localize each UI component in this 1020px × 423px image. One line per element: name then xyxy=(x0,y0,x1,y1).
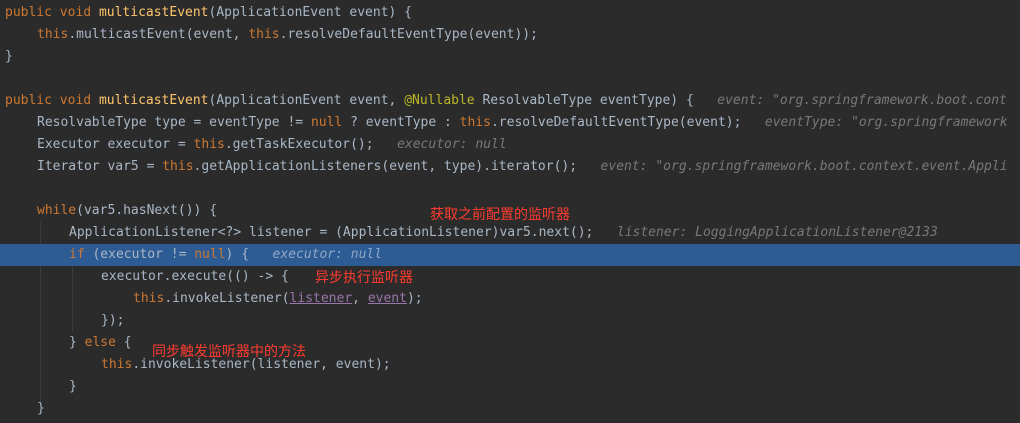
keyword: this xyxy=(162,159,194,174)
code-text: Iterator var5 = xyxy=(37,159,163,174)
inlay-hint: executor: null xyxy=(272,247,383,262)
inlay-hint: eventType: "org.springframework xyxy=(764,115,1008,130)
keyword: this xyxy=(101,357,133,372)
keyword: this xyxy=(193,137,225,152)
keyword: null xyxy=(310,115,343,130)
code-line-18[interactable]: } xyxy=(0,376,1020,398)
code-text: , xyxy=(352,291,368,306)
code-line-13[interactable]: executor.execute(() -> { xyxy=(0,266,1020,288)
note-sync-trigger: 同步触发监听器中的方法 xyxy=(152,344,306,360)
code-text: ); xyxy=(406,291,423,306)
code-line-14[interactable]: this.invokeListener(listener, event); xyxy=(0,288,1020,310)
keyword: public xyxy=(5,5,52,20)
code-text: .invokeListener( xyxy=(164,291,290,306)
code-editor[interactable]: public void multicastEvent(ApplicationEv… xyxy=(0,0,1020,423)
code-line-2[interactable]: this.multicastEvent(event, this.resolveD… xyxy=(0,24,1020,46)
keyword: null xyxy=(194,247,226,262)
code-text: .resolveDefaultEventType(event)); xyxy=(279,27,538,42)
keyword: void xyxy=(59,93,92,108)
code-text: }); xyxy=(101,313,125,328)
code-line-1[interactable]: public void multicastEvent(ApplicationEv… xyxy=(0,2,1020,24)
keyword: public xyxy=(5,93,52,108)
keyword: while xyxy=(37,203,77,218)
code-line-11[interactable]: ApplicationListener<?> listener = (Appli… xyxy=(0,222,1020,244)
code-text: (ApplicationEvent event) { xyxy=(208,5,413,20)
method-name: multicastEvent xyxy=(98,5,209,20)
inlay-hint: listener: LoggingApplicationListener@213… xyxy=(616,225,938,240)
code-text: ? eventType : xyxy=(342,115,460,130)
captured-variable-event[interactable]: event xyxy=(368,291,407,306)
code-text: (ApplicationEvent event, xyxy=(208,93,405,108)
code-line-5[interactable]: public void multicastEvent(ApplicationEv… xyxy=(0,90,1020,112)
code-text: } xyxy=(37,401,45,416)
code-text: (executor != xyxy=(84,247,195,262)
annotation: @Nullable xyxy=(404,93,475,108)
keyword: this xyxy=(37,27,69,42)
inlay-hint: event: "org.springframework.boot.context… xyxy=(600,159,1008,174)
code-line-8[interactable]: Iterator var5 = this.getApplicationListe… xyxy=(0,156,1020,178)
code-text: { xyxy=(115,335,132,350)
note-async-exec: 异步执行监听器 xyxy=(315,270,413,286)
code-text: (var5.hasNext()) { xyxy=(76,203,218,218)
note-get-listeners: 获取之前配置的监听器 xyxy=(430,207,570,223)
keyword: this xyxy=(459,115,491,130)
code-text: executor.execute(() -> { xyxy=(101,269,289,284)
code-text: ApplicationListener<?> listener = (Appli… xyxy=(69,225,594,240)
code-line-7[interactable]: Executor executor = this.getTaskExecutor… xyxy=(0,134,1020,156)
code-text: } xyxy=(69,379,77,394)
code-line-19[interactable]: } xyxy=(0,398,1020,420)
code-text: .resolveDefaultEventType(event); xyxy=(490,115,742,130)
code-text: .multicastEvent(event, xyxy=(68,27,249,42)
inlay-hint: executor: null xyxy=(397,137,507,152)
code-text: } xyxy=(5,49,13,64)
captured-variable-listener[interactable]: listener xyxy=(290,291,353,306)
code-line-15[interactable]: }); xyxy=(0,310,1020,332)
keyword: else xyxy=(84,335,116,350)
keyword: this xyxy=(248,27,280,42)
code-text: .getTaskExecutor(); xyxy=(224,137,374,152)
method-name: multicastEvent xyxy=(98,93,209,108)
inlay-hint: event: "org.springframework.boot.cont xyxy=(717,93,1007,108)
code-text: .getApplicationListeners(event, type).it… xyxy=(193,159,578,174)
keyword: if xyxy=(69,247,85,262)
keyword: this xyxy=(133,291,165,306)
code-text: ResolvableType eventType) { xyxy=(474,93,694,108)
code-text: ) { xyxy=(225,247,250,262)
keyword: void xyxy=(59,5,92,20)
code-text: ResolvableType type = eventType != xyxy=(37,115,311,130)
code-text: } xyxy=(69,335,85,350)
code-text: Executor executor = xyxy=(37,137,194,152)
code-line-3[interactable]: } xyxy=(0,46,1020,68)
code-line-6[interactable]: ResolvableType type = eventType != null … xyxy=(0,112,1020,134)
current-execution-line[interactable]: if (executor != null) { executor: null xyxy=(0,244,1020,266)
